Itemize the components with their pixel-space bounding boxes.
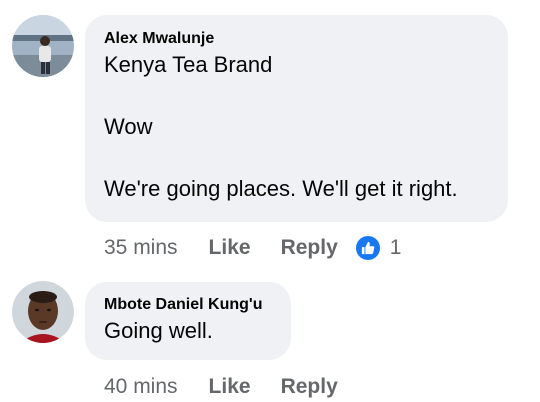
comment-bubble: Mbote Daniel Kung'u Going well.	[85, 282, 291, 360]
comment-timestamp[interactable]: 35 mins	[104, 236, 178, 260]
thumbs-up-icon[interactable]	[355, 236, 380, 260]
comment-text-line: Kenya Tea Brand	[104, 52, 273, 77]
reply-button[interactable]: Reply	[281, 236, 338, 260]
avatar[interactable]	[12, 281, 74, 343]
reaction-count[interactable]: 1	[390, 236, 402, 260]
reply-button[interactable]: Reply	[281, 375, 338, 399]
comment-actions: 40 mins Like Reply	[104, 372, 338, 402]
avatar[interactable]	[12, 15, 74, 77]
like-button[interactable]: Like	[209, 236, 251, 260]
comment-timestamp[interactable]: 40 mins	[104, 375, 178, 399]
comment-bubble: Alex Mwalunje Kenya Tea Brand Wow We're …	[85, 15, 508, 222]
comment-actions: 35 mins Like Reply 1	[104, 233, 401, 263]
like-button[interactable]: Like	[209, 375, 251, 399]
comment-text-line: Going well.	[104, 318, 213, 343]
comment-text-line: Wow	[104, 114, 153, 139]
comment-author[interactable]: Alex Mwalunje	[104, 29, 489, 49]
comment-author[interactable]: Mbote Daniel Kung'u	[104, 295, 272, 315]
comment-text-line: We're going places. We'll get it right.	[104, 176, 458, 201]
